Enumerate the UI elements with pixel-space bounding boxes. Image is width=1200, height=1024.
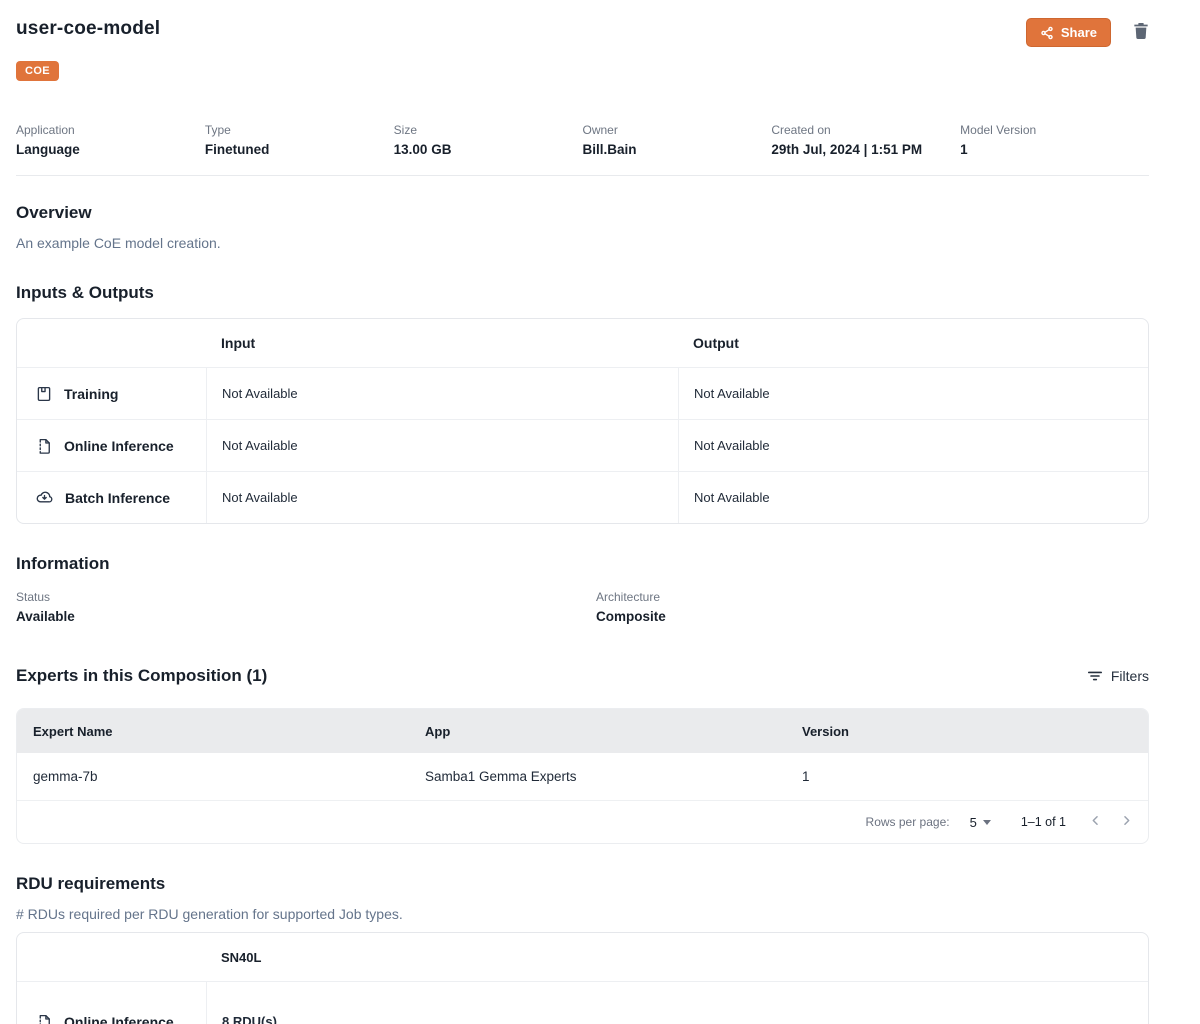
col-app: App: [409, 709, 786, 753]
delete-button[interactable]: [1133, 22, 1149, 43]
filters-label: Filters: [1111, 668, 1149, 684]
overview-heading: Overview: [16, 203, 1149, 223]
experts-pagination: Rows per page: 5 1–1 of 1: [17, 801, 1148, 843]
page-header: user-coe-model Share: [16, 18, 1149, 47]
online-inference-input: Not Available: [206, 420, 678, 471]
pagination-range: 1–1 of 1: [1021, 815, 1066, 829]
model-meta-strip: Application Language Type Finetuned Size…: [16, 123, 1149, 157]
expert-app-cell: Samba1 Gemma Experts: [409, 753, 786, 800]
chevron-down-icon: [983, 820, 991, 825]
info-field-architecture: Architecture Composite: [596, 590, 1149, 624]
experts-header-row: Experts in this Composition (1) Filters: [16, 666, 1149, 686]
table-row-training: Training Not Available Not Available: [17, 367, 1148, 419]
trash-icon: [1133, 22, 1149, 43]
meta-field-size: Size 13.00 GB: [394, 123, 583, 157]
information-fields: Status Available Architecture Composite: [16, 590, 1149, 624]
row-label: Training: [64, 386, 118, 402]
inputs-outputs-heading: Inputs & Outputs: [16, 283, 1149, 303]
rdu-table-header: SN40L: [17, 933, 1148, 981]
rdu-description: # RDUs required per RDU generation for s…: [16, 906, 1149, 922]
header-actions: Share: [1026, 18, 1149, 47]
overview-description: An example CoE model creation.: [16, 235, 1149, 251]
col-expert-name: Expert Name: [17, 709, 409, 753]
meta-field-owner: Owner Bill.Bain: [582, 123, 771, 157]
experts-table-header: Expert Name App Version: [17, 709, 1148, 753]
information-heading: Information: [16, 554, 1149, 574]
rdu-sn40l-value: 8 RDU(s): [206, 982, 1148, 1024]
expert-name-cell: gemma-7b: [17, 753, 409, 800]
io-table-header: Input Output: [17, 319, 1148, 367]
training-input: Not Available: [206, 368, 678, 419]
share-button[interactable]: Share: [1026, 18, 1111, 47]
table-row-online-inference: Online Inference Not Available Not Avail…: [17, 419, 1148, 471]
batch-inference-output: Not Available: [678, 472, 1148, 523]
next-page-button[interactable]: [1119, 813, 1134, 831]
info-field-status: Status Available: [16, 590, 596, 624]
table-row-expert[interactable]: gemma-7b Samba1 Gemma Experts 1: [17, 753, 1148, 801]
table-row-batch-inference: Batch Inference Not Available Not Availa…: [17, 471, 1148, 523]
meta-field-type: Type Finetuned: [205, 123, 394, 157]
chevron-left-icon: [1088, 813, 1103, 831]
cloud-download-icon: [35, 488, 54, 507]
book-icon: [35, 385, 53, 403]
experts-heading: Experts in this Composition (1): [16, 666, 267, 686]
experts-table: Expert Name App Version gemma-7b Samba1 …: [16, 708, 1149, 844]
rdu-col-sn40l: SN40L: [206, 933, 1148, 981]
inputs-outputs-table: Input Output Training Not Available Not …: [16, 318, 1149, 524]
row-label: Online Inference: [64, 438, 174, 454]
filter-icon: [1087, 669, 1103, 683]
rows-per-page-label: Rows per page:: [866, 815, 950, 829]
model-detail-page: user-coe-model Share: [0, 0, 1200, 1024]
share-button-label: Share: [1061, 25, 1097, 40]
share-icon: [1040, 26, 1054, 40]
divider: [16, 175, 1149, 176]
expert-version-cell: 1: [786, 753, 1148, 800]
rows-per-page-select[interactable]: 5: [970, 815, 991, 830]
io-col-output: Output: [678, 319, 1148, 367]
meta-field-application: Application Language: [16, 123, 205, 157]
rdu-heading: RDU requirements: [16, 874, 1149, 894]
chevron-right-icon: [1119, 813, 1134, 831]
meta-field-created-on: Created on 29th Jul, 2024 | 1:51 PM: [771, 123, 960, 157]
col-version: Version: [786, 709, 1148, 753]
row-label: Online Inference: [64, 1014, 174, 1024]
previous-page-button[interactable]: [1088, 813, 1103, 831]
page-title: user-coe-model: [16, 18, 160, 40]
training-output: Not Available: [678, 368, 1148, 419]
online-inference-output: Not Available: [678, 420, 1148, 471]
file-icon: [35, 437, 53, 455]
file-icon: [35, 1013, 53, 1024]
rdu-table: SN40L Online Inference 8 RDU(s): [16, 932, 1149, 1024]
row-label: Batch Inference: [65, 490, 170, 506]
meta-field-model-version: Model Version 1: [960, 123, 1149, 157]
batch-inference-input: Not Available: [206, 472, 678, 523]
filters-button[interactable]: Filters: [1087, 668, 1149, 684]
coe-badge: COE: [16, 61, 59, 81]
table-row-rdu-online-inference: Online Inference 8 RDU(s): [17, 981, 1148, 1024]
io-col-input: Input: [206, 319, 678, 367]
